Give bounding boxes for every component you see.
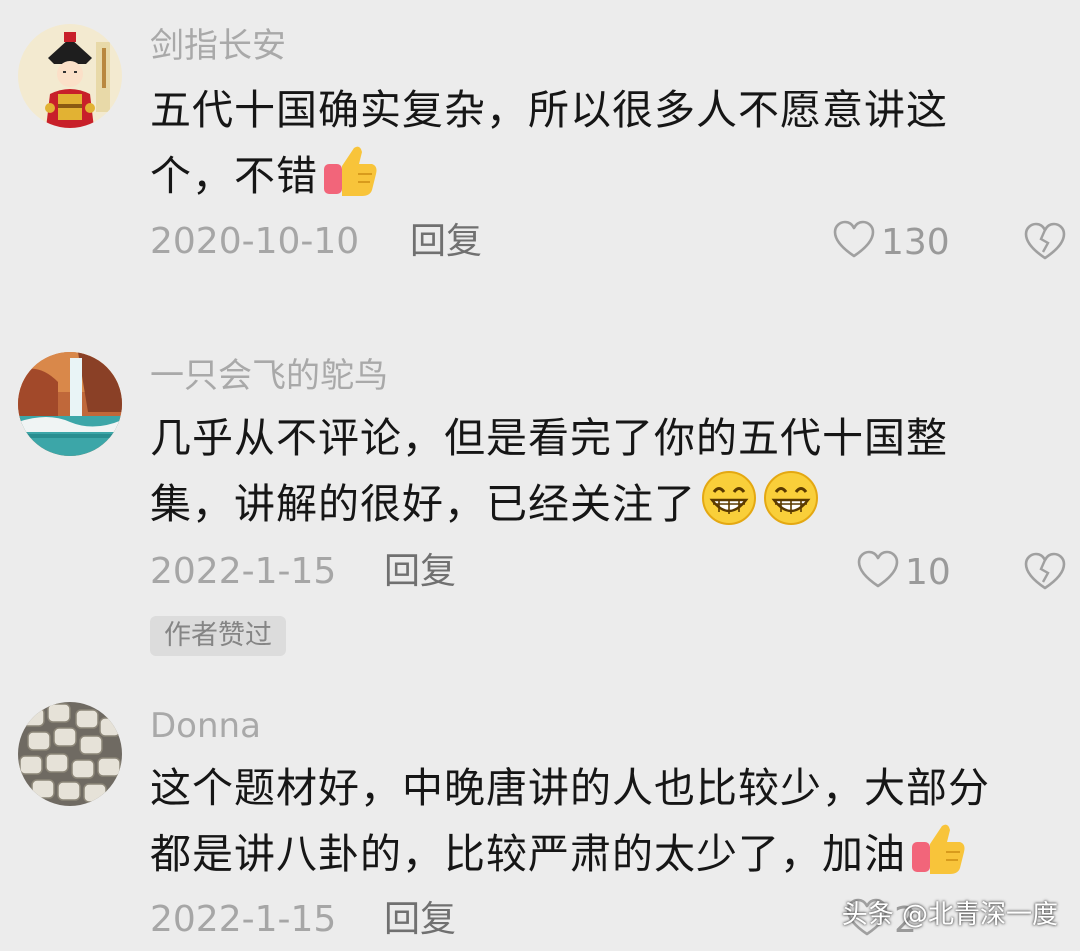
comment-text-line: 都是讲八卦的，比较严肃的太少了，加油 — [150, 820, 1050, 894]
username[interactable]: Donna — [150, 706, 261, 746]
heart-icon — [833, 220, 875, 264]
heart-icon — [857, 550, 899, 594]
thumbs-up-icon — [910, 820, 968, 894]
like-count: 10 — [905, 551, 951, 593]
avatar[interactable] — [18, 352, 122, 456]
username[interactable]: 剑指长安 — [150, 26, 286, 66]
comment-text-segment: 集，讲解的很好，已经关注了 — [150, 480, 696, 528]
comment-text-segment: 个，不错 — [150, 152, 318, 200]
dislike-button[interactable] — [1024, 222, 1066, 266]
thumbs-up-icon — [322, 142, 380, 216]
username[interactable]: 一只会飞的鸵鸟 — [150, 356, 388, 396]
reply-button[interactable]: 回复 — [410, 222, 482, 262]
like-button[interactable]: 10 — [857, 550, 951, 594]
comment-text-line: 集，讲解的很好，已经关注了 — [150, 470, 1050, 544]
like-button[interactable]: 130 — [833, 220, 950, 264]
dislike-button[interactable] — [1024, 552, 1066, 596]
avatar[interactable] — [18, 702, 122, 806]
like-count: 130 — [881, 221, 950, 263]
comment-text-line: 几乎从不评论，但是看完了你的五代十国整 — [150, 414, 948, 462]
author-liked-badge: 作者赞过 — [150, 616, 286, 656]
grin-icon — [700, 470, 758, 544]
comment-date: 2020-10-10 — [150, 221, 360, 262]
broken-heart-icon — [1024, 222, 1066, 266]
reply-button[interactable]: 回复 — [384, 900, 456, 940]
avatar[interactable] — [18, 24, 122, 128]
comment-text: 五代十国确实复杂，所以很多人不愿意讲这 个，不错 — [150, 78, 1050, 216]
reply-button[interactable]: 回复 — [384, 552, 456, 592]
comment-text-line: 这个题材好，中晚唐讲的人也比较少，大部分 — [150, 764, 990, 812]
comment-text-line: 五代十国确实复杂，所以很多人不愿意讲这 — [150, 86, 948, 134]
comment-date: 2022-1-15 — [150, 899, 337, 940]
comment-text-segment: 都是讲八卦的，比较严肃的太少了，加油 — [150, 830, 906, 878]
grin-icon — [762, 470, 820, 544]
broken-heart-icon — [1024, 552, 1066, 596]
comment-date: 2022-1-15 — [150, 551, 337, 592]
comment-text: 这个题材好，中晚唐讲的人也比较少，大部分 都是讲八卦的，比较严肃的太少了，加油 — [150, 756, 1050, 894]
comment-text-line: 个，不错 — [150, 142, 1050, 216]
comment-text: 几乎从不评论，但是看完了你的五代十国整 集，讲解的很好，已经关注了 — [150, 406, 1050, 544]
watermark: 头条 @北青深一度 — [841, 900, 1058, 930]
